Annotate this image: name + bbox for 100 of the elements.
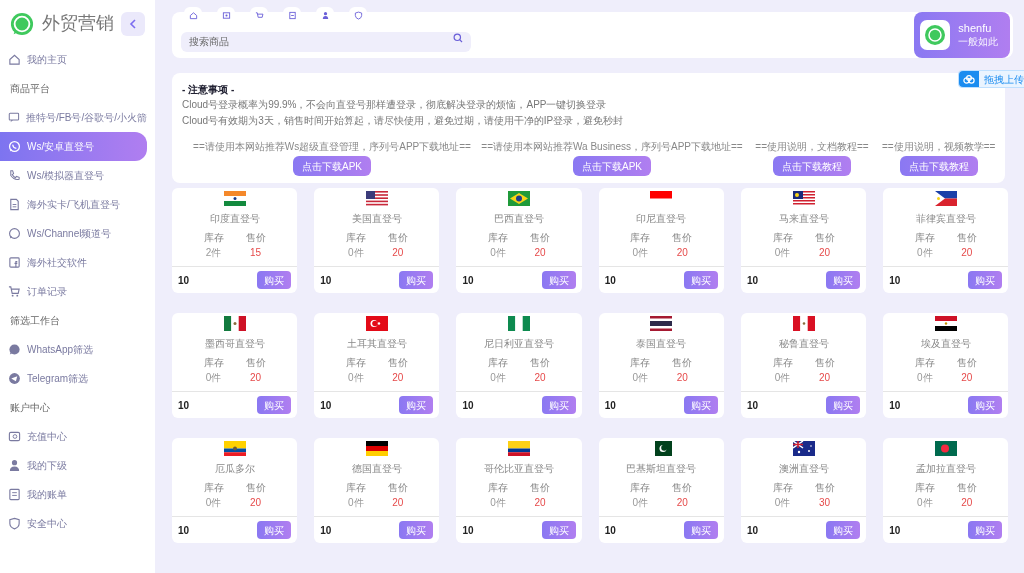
quantity-field[interactable]: 10 <box>462 272 503 288</box>
collapse-button[interactable] <box>121 11 145 36</box>
price-label: 售价 <box>813 231 836 245</box>
flag-icon <box>508 316 531 331</box>
sidebar-item[interactable]: 海外实卡/飞机直登号 <box>0 190 155 219</box>
price-label: 售价 <box>529 481 552 495</box>
price-value: 20 <box>249 496 263 510</box>
quantity-field[interactable]: 10 <box>462 522 503 538</box>
buy-button[interactable]: 购买 <box>399 521 434 539</box>
price-label: 售价 <box>671 356 694 370</box>
sidebar-item[interactable]: 我的账单 <box>0 480 155 509</box>
quantity-field[interactable]: 10 <box>889 272 930 288</box>
search-field[interactable]: 搜索商品 <box>181 31 471 52</box>
product-name: 澳洲直登号 <box>778 462 829 475</box>
notice-text: Cloud号有效期为3天，销售时间开始算起，请尽快使用，避免过期，请使用干净的IP登录，避免秒封 <box>182 114 625 128</box>
upload-button[interactable]: 拖拽上传 <box>958 70 1024 88</box>
buy-button[interactable]: 购买 <box>541 521 576 539</box>
buy-button[interactable]: 购买 <box>683 271 718 289</box>
stock-label: 库存 <box>202 231 225 245</box>
bill-icon <box>8 488 21 501</box>
sidebar-item[interactable]: Telegram筛选 <box>0 364 155 393</box>
price-value: 20 <box>817 371 832 385</box>
price-value: 20 <box>960 496 974 510</box>
quantity-field[interactable]: 10 <box>746 397 787 413</box>
price-value: 20 <box>249 371 263 385</box>
quantity-field[interactable]: 10 <box>746 522 787 538</box>
download-button[interactable]: 点击下载APK <box>293 156 371 176</box>
quantity-field[interactable]: 10 <box>178 397 218 413</box>
buy-button[interactable]: 购买 <box>399 396 434 414</box>
buy-button[interactable]: 购买 <box>826 271 861 289</box>
user-icon <box>320 10 330 20</box>
quantity-field[interactable]: 10 <box>320 522 361 538</box>
quantity-field[interactable]: 10 <box>889 522 930 538</box>
sidebar-item[interactable]: Ws/安卓直登号 <box>0 132 147 161</box>
sidebar-item[interactable]: 推特号/FB号/谷歌号/小火箭 <box>0 103 155 132</box>
stock-value: 0件 <box>915 496 934 510</box>
price-label: 售价 <box>529 231 552 245</box>
quantity-field[interactable]: 10 <box>604 522 645 538</box>
stock-value: 0件 <box>773 246 792 260</box>
buy-button[interactable]: 购买 <box>257 521 292 539</box>
product-name: 尼日利亚直登号 <box>484 337 555 350</box>
price-label: 售价 <box>244 356 267 370</box>
download-button[interactable]: 点击下载APK <box>573 156 651 176</box>
sidebar-item[interactable]: 我的下级 <box>0 451 155 480</box>
buy-button[interactable]: 购买 <box>683 396 718 414</box>
price-value: 20 <box>675 496 689 510</box>
sidebar-item[interactable]: WhatsApp筛选 <box>0 335 155 364</box>
user-card[interactable]: shenfu 一般如此 <box>914 12 1011 58</box>
stock-label: 库存 <box>344 481 367 495</box>
flag-icon <box>792 316 815 331</box>
logo-icon <box>10 11 34 36</box>
stock-label: 库存 <box>629 231 652 245</box>
stock-label: 库存 <box>771 481 794 495</box>
sidebar-item[interactable]: Ws/Channel频道号 <box>0 219 155 248</box>
buy-button[interactable]: 购买 <box>257 271 292 289</box>
quantity-field[interactable]: 10 <box>889 397 930 413</box>
quantity-field[interactable]: 10 <box>604 272 645 288</box>
sidebar-item[interactable]: 订单记录 <box>0 277 155 306</box>
buy-button[interactable]: 购买 <box>541 271 576 289</box>
sidebar-item[interactable]: 充值中心 <box>0 422 155 451</box>
quantity-field[interactable]: 10 <box>178 522 218 538</box>
buy-button[interactable]: 购买 <box>826 396 861 414</box>
price-label: 售价 <box>386 231 409 245</box>
buy-button[interactable]: 购买 <box>826 521 861 539</box>
telegram-icon <box>8 372 21 385</box>
buy-button[interactable]: 购买 <box>968 396 1003 414</box>
price-value: 20 <box>533 371 547 385</box>
product-name: 印度直登号 <box>209 212 260 225</box>
sidebar-item[interactable]: Ws/模拟器直登号 <box>0 161 155 190</box>
download-button[interactable]: 点击下载教程 <box>899 156 978 176</box>
buy-button[interactable]: 购买 <box>541 396 576 414</box>
chevron-left-icon <box>129 18 137 29</box>
product-name: 孟加拉直登号 <box>915 462 976 475</box>
price-label: 售价 <box>813 356 836 370</box>
download-caption: ==使用说明，视频教学== <box>882 140 996 154</box>
buy-button[interactable]: 购买 <box>968 521 1003 539</box>
quantity-field[interactable]: 10 <box>462 397 503 413</box>
home-icon <box>188 10 198 20</box>
quantity-field[interactable]: 10 <box>320 397 361 413</box>
buy-button[interactable]: 购买 <box>683 521 718 539</box>
quantity-field[interactable]: 10 <box>320 272 361 288</box>
price-value: 20 <box>675 246 689 260</box>
flag-icon <box>650 441 673 456</box>
sidebar-item[interactable]: 海外社交软件 <box>0 248 155 277</box>
buy-button[interactable]: 购买 <box>257 396 292 414</box>
flag-icon <box>934 316 957 331</box>
download-caption: ==请使用本网站推荐Wa Business，序列号APP下载地址== <box>481 140 743 154</box>
download-button[interactable]: 点击下载教程 <box>773 156 851 176</box>
buy-button[interactable]: 购买 <box>968 271 1003 289</box>
product-name: 哥伦比亚直登号 <box>484 462 555 475</box>
product-name: 巴西直登号 <box>494 212 545 225</box>
buy-button[interactable]: 购买 <box>399 271 434 289</box>
flag-icon <box>934 191 957 206</box>
quantity-field[interactable]: 10 <box>604 397 645 413</box>
sidebar-item[interactable]: 安全中心 <box>0 509 155 538</box>
sidebar-item[interactable]: 我的主页 <box>0 45 155 74</box>
quantity-field[interactable]: 10 <box>178 272 218 288</box>
stock-label: 库存 <box>771 231 794 245</box>
stock-label: 库存 <box>487 481 510 495</box>
quantity-field[interactable]: 10 <box>746 272 787 288</box>
